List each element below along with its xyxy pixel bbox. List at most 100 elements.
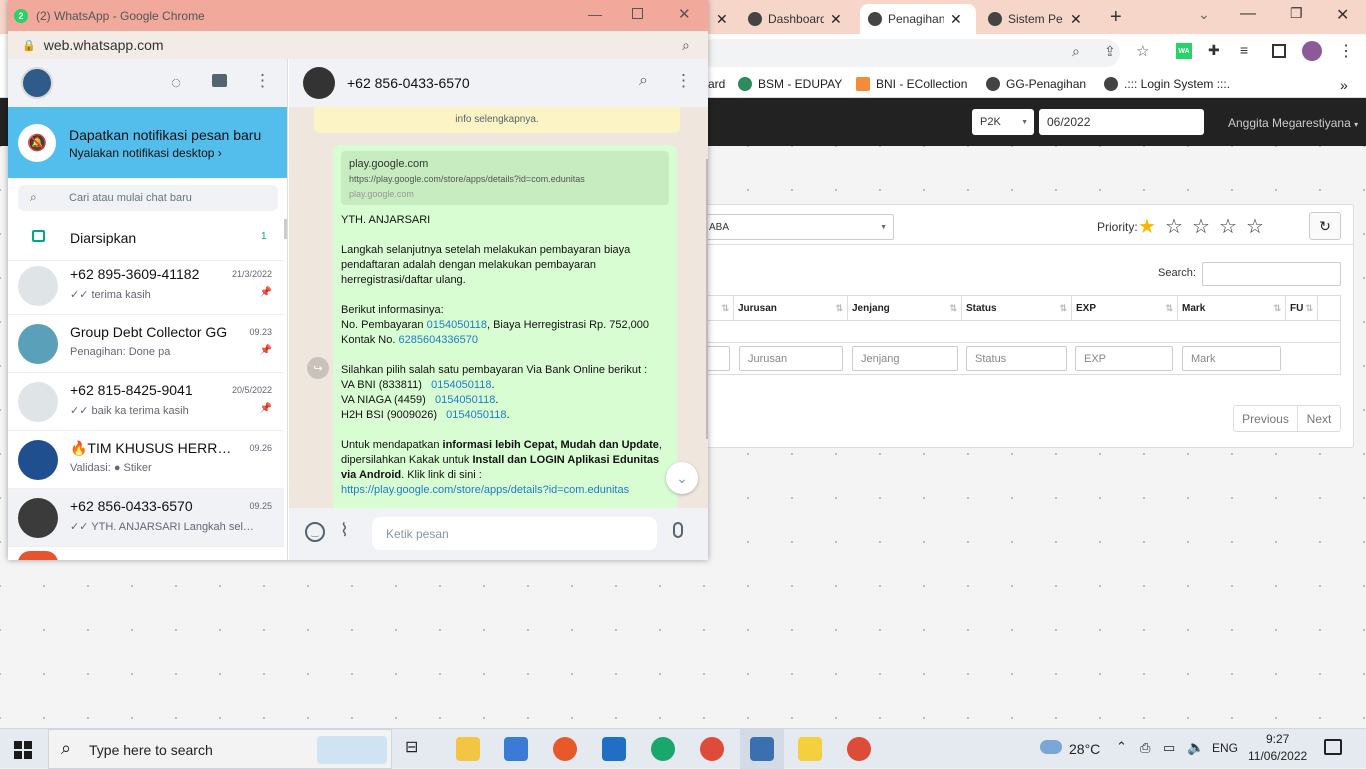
search-box[interactable]: ⌕ Cari atau mulai chat baru <box>18 185 278 211</box>
tab-penagihan[interactable]: Penagihan ✕ <box>860 4 976 34</box>
notification-center-icon[interactable] <box>1324 739 1342 755</box>
mail-icon[interactable] <box>602 737 626 761</box>
extensions-icon[interactable]: ✚ <box>1208 42 1220 59</box>
message-input[interactable]: Ketik pesan <box>372 517 657 550</box>
bank-number-link[interactable]: 0154050118 <box>431 379 491 391</box>
tab-close-partial[interactable]: ✕ <box>708 4 736 34</box>
close-icon[interactable]: ✕ <box>716 11 728 28</box>
tab-sistem[interactable]: Sistem Pe ✕ <box>980 4 1098 34</box>
col-jenjang[interactable]: Jenjang ⇅ <box>848 296 962 320</box>
omnibox[interactable] <box>700 39 1120 67</box>
priority-star-1[interactable]: ★ <box>1138 214 1156 239</box>
zoom-icon[interactable]: ⌕ <box>682 37 690 54</box>
whatsapp-extension-icon[interactable]: WA <box>1176 43 1192 59</box>
new-chat-icon[interactable] <box>212 74 227 87</box>
restore-button[interactable]: ❐ <box>1290 5 1303 22</box>
share-icon[interactable]: ⇪ <box>1104 43 1116 60</box>
close-icon[interactable]: ✕ <box>1070 11 1082 28</box>
bookmark-partial[interactable]: ard <box>708 77 725 91</box>
tray-chevron-icon[interactable]: ⌃ <box>1116 739 1127 755</box>
meet-icon[interactable]: ⎙ <box>1140 740 1150 756</box>
menu-icon[interactable]: ⋮ <box>675 71 692 91</box>
contact-number-link[interactable]: 6285604336570 <box>398 334 478 346</box>
language-indicator[interactable]: ENG <box>1212 741 1238 755</box>
refresh-button[interactable]: ↻ <box>1309 212 1341 240</box>
firefox-icon[interactable] <box>553 737 577 761</box>
microphone-icon[interactable] <box>673 522 683 538</box>
avatar[interactable] <box>21 67 53 99</box>
taskbar-search[interactable]: ⌕ Type here to search <box>48 729 392 769</box>
search-icon[interactable]: ⌕ <box>639 72 648 90</box>
app-icon[interactable] <box>750 737 774 761</box>
close-window-button[interactable]: ✕ <box>1336 5 1349 25</box>
playstore-link[interactable]: https://play.google.com/store/apps/detai… <box>341 483 669 498</box>
tab-dashboard[interactable]: Dashboard ✕ <box>740 4 858 34</box>
chrome-icon[interactable] <box>700 737 724 761</box>
table-search-input[interactable] <box>1202 262 1341 286</box>
chat-item[interactable]: +62 815-8425-9041 20/5/2022 ✓✓ baik ka t… <box>8 373 284 431</box>
sidepanel-icon[interactable] <box>1272 44 1286 58</box>
chat-item[interactable]: 🔥TIM KHUSUS HERREGIST... 09.26 Validasi:… <box>8 431 284 489</box>
col-partial[interactable]: ⇅ <box>706 296 734 320</box>
forward-icon[interactable]: ↪ <box>307 357 329 379</box>
priority-star-2[interactable]: ☆ <box>1165 214 1183 239</box>
bookmark-gg[interactable]: GG-Penagihan <box>986 77 1086 91</box>
bank-number-link[interactable]: 0154050118 <box>446 409 506 421</box>
bank-number-link[interactable]: 0154050118 <box>435 394 495 406</box>
filter-jenjang[interactable]: Jenjang <box>852 346 958 371</box>
priority-star-3[interactable]: ☆ <box>1192 214 1210 239</box>
contact-name[interactable]: +62 856-0433-6570 <box>347 75 470 91</box>
col-status[interactable]: Status ⇅ <box>962 296 1072 320</box>
file-explorer-icon[interactable] <box>456 737 480 761</box>
filter-status[interactable]: Status <box>966 346 1067 371</box>
scrollbar[interactable] <box>706 159 708 439</box>
sticky-notes-icon[interactable] <box>798 737 822 761</box>
chrome-profile-icon[interactable] <box>847 737 871 761</box>
status-icon[interactable]: ◌ <box>171 73 181 93</box>
close-icon[interactable]: ✕ <box>830 11 842 28</box>
bookmark-login[interactable]: .::: Login System :::. <box>1104 77 1230 91</box>
profile-avatar[interactable] <box>1302 41 1322 61</box>
media-icon[interactable]: ≡ <box>1240 42 1248 58</box>
tab-search-icon[interactable]: ⌄ <box>1198 6 1210 23</box>
col-jurusan[interactable]: Jurusan ⇅ <box>734 296 848 320</box>
notification-banner[interactable]: 🔕 Dapatkan notifikasi pesan baru Nyalaka… <box>8 107 287 178</box>
next-button[interactable]: Next <box>1298 406 1340 431</box>
col-exp[interactable]: EXP ⇅ <box>1072 296 1178 320</box>
chat-item[interactable]: +62 895-3609-41182 21/3/2022 ✓✓ terima k… <box>8 257 284 315</box>
previous-button[interactable]: Previous <box>1234 406 1298 431</box>
edge-icon[interactable] <box>651 737 675 761</box>
archived-row[interactable]: Diarsipkan 1 <box>8 217 284 261</box>
attach-icon[interactable]: ⌇ <box>340 520 349 541</box>
clock-date[interactable]: 11/06/2022 <box>1248 749 1307 763</box>
store-icon[interactable] <box>504 737 528 761</box>
chat-item-active[interactable]: +62 856-0433-6570 09.25 ✓✓ YTH. ANJARSAR… <box>8 489 284 547</box>
bookmark-star-icon[interactable]: ☆ <box>1136 42 1149 60</box>
new-tab-button[interactable]: + <box>1110 6 1122 29</box>
scrollbar[interactable] <box>284 219 287 239</box>
priority-star-5[interactable]: ☆ <box>1246 214 1264 239</box>
maximize-button[interactable] <box>632 8 643 19</box>
link-preview[interactable]: play.google.com https://play.google.com/… <box>341 151 669 205</box>
period-input[interactable]: 06/2022 <box>1039 109 1204 135</box>
bookmark-bsm[interactable]: BSM - EDUPAY <box>738 77 842 91</box>
close-icon[interactable]: ✕ <box>950 11 962 28</box>
weather-icon[interactable] <box>1040 740 1062 754</box>
filter-exp[interactable]: EXP <box>1075 346 1173 371</box>
chat-item[interactable]: Group Debt Collector GG 09.23 Penagihan:… <box>8 315 284 373</box>
filter-mark[interactable]: Mark <box>1182 346 1281 371</box>
more-bookmarks-icon[interactable]: » <box>1340 77 1348 93</box>
volume-icon[interactable]: 🔈 <box>1187 739 1204 756</box>
windows-start-icon[interactable] <box>14 741 32 759</box>
clock-time[interactable]: 9:27 <box>1266 732 1289 746</box>
category-dropdown[interactable]: ABA ▼ <box>700 214 894 240</box>
notif-link[interactable]: Nyalakan notifikasi desktop › <box>69 146 222 160</box>
minimize-button[interactable]: — <box>1240 5 1256 23</box>
minimize-button[interactable]: — <box>588 6 602 22</box>
emoji-icon[interactable]: ‿ <box>305 522 325 542</box>
weather-temp[interactable]: 28°C <box>1069 741 1100 757</box>
network-icon[interactable]: ▭ <box>1163 740 1175 756</box>
taskbar-search-input[interactable]: Type here to search <box>89 742 213 758</box>
search-input[interactable]: Cari atau mulai chat baru <box>69 192 192 204</box>
filter-select[interactable]: P2K ▼ <box>972 109 1034 135</box>
